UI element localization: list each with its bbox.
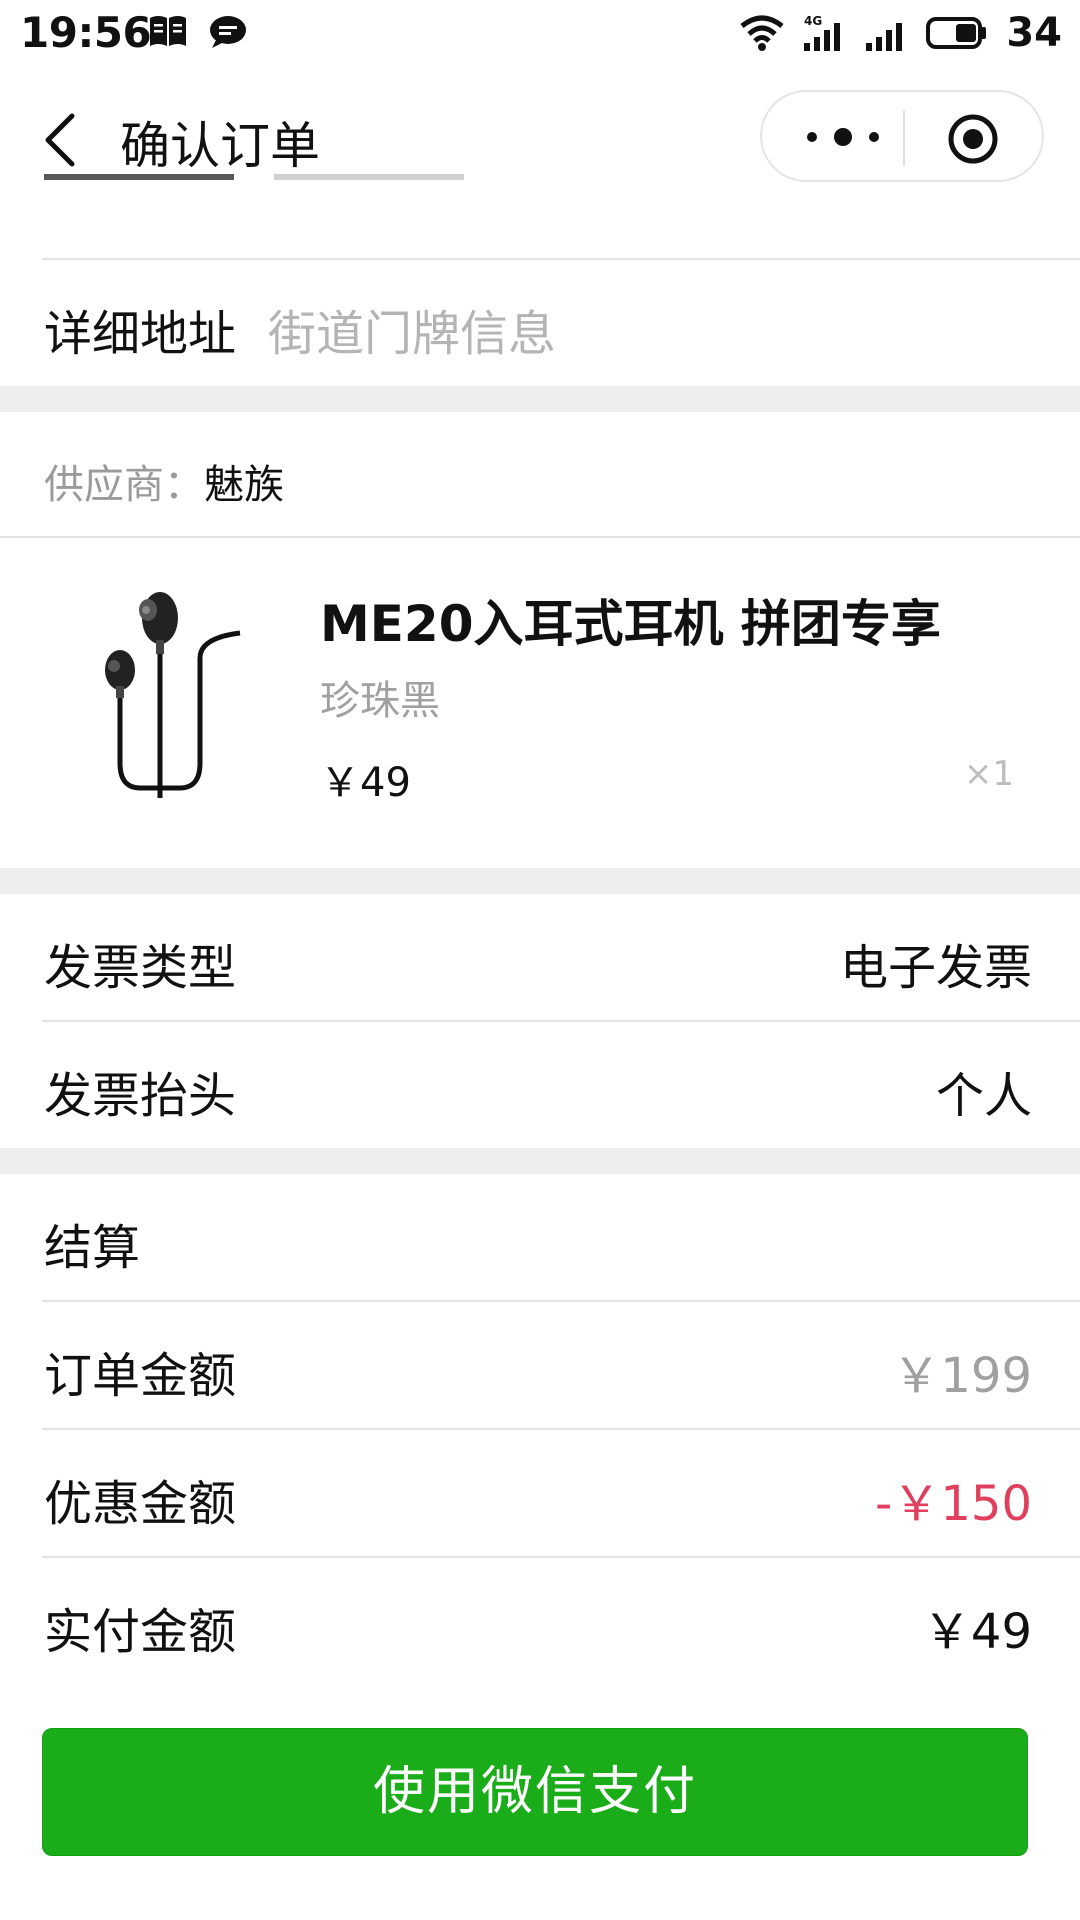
- status-time: 19:56: [20, 8, 152, 57]
- book-icon: [150, 16, 186, 46]
- status-left-icons: [148, 14, 248, 50]
- discount-amount-label: 优惠金额: [44, 1476, 237, 1532]
- invoice-type-row[interactable]: 发票类型 电子发票 ​: [0, 894, 1080, 1020]
- earphones-image: [105, 592, 241, 798]
- battery-icon: [926, 17, 987, 49]
- target-circle-icon[interactable]: [946, 112, 1000, 166]
- product-name: ME20入耳式耳机 拼团专享: [320, 595, 941, 653]
- invoice-type-value: 电子发票: [839, 940, 1032, 996]
- settlement-header: 结算: [44, 1220, 141, 1276]
- paid-amount-label: 实付金额: [44, 1604, 237, 1660]
- supplier-name: 魅族: [204, 462, 284, 508]
- signal-icon: [866, 23, 903, 51]
- svg-text:4G: 4G: [804, 14, 822, 28]
- product-color: 珍珠黑: [320, 678, 440, 724]
- detail-address-input[interactable]: 街道门牌信息: [268, 294, 556, 364]
- discount-amount-value: -￥150: [875, 1476, 1032, 1532]
- paid-amount-value: ￥49: [922, 1604, 1032, 1660]
- product-price: ￥49: [320, 760, 411, 806]
- region-row-partial[interactable]: [0, 166, 1080, 226]
- invoice-title-value: 个人: [935, 1068, 1032, 1124]
- product-card[interactable]: ME20入耳式耳机 拼团专享 珍珠黑 ￥49 ×1: [0, 538, 1080, 868]
- supplier-text: 供应商：魅族: [44, 452, 284, 510]
- status-right: 4G 34: [740, 10, 1062, 56]
- chat-icon: [210, 16, 246, 48]
- wifi-icon: [740, 15, 784, 51]
- region-row-clipped-text: [44, 166, 504, 222]
- chevron-left-icon[interactable]: [40, 112, 80, 168]
- paid-amount-row: 实付金额 ￥49: [0, 1558, 1080, 1684]
- battery-level: 34: [1006, 10, 1062, 56]
- product-quantity: ×1: [963, 754, 1014, 794]
- settlement-header-row: 结算: [0, 1174, 1080, 1300]
- order-amount-label: 订单金额: [44, 1348, 237, 1404]
- detail-address-label: 详细地址: [44, 306, 237, 362]
- order-amount-value: ￥199: [892, 1348, 1032, 1404]
- status-bar: 19:56 4G 34: [0, 0, 1080, 66]
- supplier-row: 供应商：魅族: [0, 412, 1080, 536]
- capsule-divider: [903, 110, 905, 166]
- more-dots-icon[interactable]: [798, 122, 888, 152]
- invoice-title-row[interactable]: 发票抬头 个人: [0, 1022, 1080, 1148]
- signal-4g-icon: 4G: [804, 14, 841, 51]
- section-gap: [0, 1148, 1080, 1174]
- detail-address-row[interactable]: 详细地址 街道门牌信息: [0, 260, 1080, 386]
- discount-amount-row: 优惠金额 -￥150: [0, 1430, 1080, 1556]
- wechat-pay-button[interactable]: 使用微信支付: [42, 1728, 1028, 1856]
- invoice-type-label: 发票类型: [44, 940, 237, 996]
- section-gap: [0, 386, 1080, 412]
- invoice-title-label: 发票抬头: [44, 1068, 237, 1124]
- order-amount-row: 订单金额 ￥199: [0, 1302, 1080, 1428]
- section-gap: [0, 868, 1080, 894]
- supplier-label: 供应商：: [44, 462, 204, 508]
